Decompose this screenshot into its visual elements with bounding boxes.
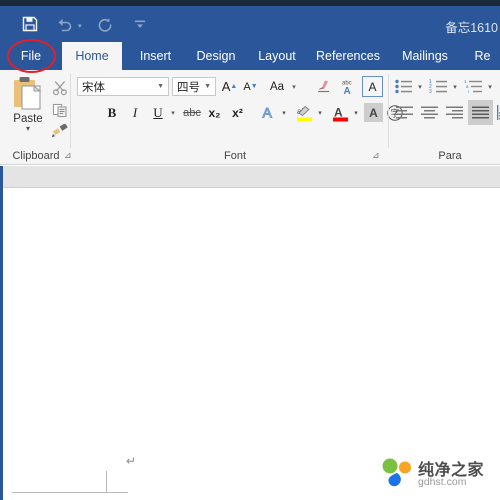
- underline-caret[interactable]: ▾: [168, 107, 178, 119]
- italic-button[interactable]: I: [126, 103, 144, 122]
- tab-insert[interactable]: Insert: [128, 42, 183, 70]
- tab-mailings[interactable]: Mailings: [391, 42, 459, 70]
- clipboard-dialog-launcher[interactable]: ⊿: [64, 150, 72, 161]
- group-label-font: Font: [223, 150, 246, 162]
- svg-text:A: A: [343, 86, 350, 96]
- undo-icon[interactable]: [54, 14, 74, 34]
- group-label-paragraph: Para: [438, 150, 462, 162]
- numbering-icon[interactable]: 1 2 3: [428, 76, 450, 97]
- table-cell-corner-mark: [12, 471, 128, 494]
- svg-text:A: A: [262, 105, 272, 121]
- bullets-icon[interactable]: [393, 76, 415, 97]
- bold-label: B: [107, 104, 117, 120]
- multilevel-list-icon[interactable]: 1 a i: [463, 76, 485, 97]
- ribbon: Paste ▾ Clipboard ⊿ 宋体 ▼ 四号 ▼ A ▲ A ▼ Aa…: [0, 70, 500, 165]
- phonetic-guide-icon[interactable]: abc A: [337, 76, 358, 97]
- font-color-icon[interactable]: A: [330, 102, 351, 124]
- tab-design[interactable]: Design: [187, 42, 245, 70]
- multilevel-list-caret[interactable]: ▾: [485, 81, 495, 93]
- paragraph-mark: ↵: [126, 454, 137, 468]
- align-center-icon[interactable]: [418, 102, 441, 123]
- bullets-caret[interactable]: ▾: [415, 81, 425, 93]
- tab-home[interactable]: Home: [62, 42, 122, 70]
- text-shading-button[interactable]: A: [364, 103, 383, 122]
- font-dialog-launcher[interactable]: ⊿: [372, 150, 380, 161]
- group-separator-clipboard: [70, 74, 71, 148]
- clear-formatting-icon[interactable]: [313, 76, 334, 97]
- font-size-combo[interactable]: 四号 ▼: [172, 77, 216, 96]
- bold-button[interactable]: B: [103, 103, 121, 122]
- group-separator-font: [388, 74, 389, 148]
- text-effects-icon[interactable]: A: [258, 102, 278, 123]
- distributed-icon[interactable]: [495, 102, 500, 123]
- undo-dropdown-caret[interactable]: ▾: [78, 22, 82, 30]
- watermark: 纯净之家 gdhst.com: [370, 447, 500, 500]
- redo-icon[interactable]: [96, 14, 116, 34]
- align-right-icon[interactable]: [443, 102, 466, 123]
- character-border-icon[interactable]: A: [362, 76, 383, 97]
- svg-text:3: 3: [429, 89, 432, 95]
- ribbon-tabs: File Home Insert Design Layout Reference…: [0, 42, 500, 70]
- shrink-font-label: A: [243, 80, 251, 93]
- svg-text:i: i: [468, 89, 469, 94]
- font-size-value: 四号: [177, 81, 200, 94]
- font-name-combo[interactable]: 宋体 ▼: [77, 77, 169, 96]
- strikethrough-label: abc: [183, 106, 201, 119]
- svg-text:A: A: [334, 105, 343, 119]
- tab-review[interactable]: Re: [465, 42, 500, 70]
- tab-references[interactable]: References: [309, 42, 387, 70]
- save-icon[interactable]: [20, 14, 40, 34]
- change-case-caret[interactable]: ▾: [289, 81, 299, 93]
- paste-icon: [14, 77, 42, 110]
- underline-button[interactable]: U: [149, 103, 167, 122]
- customize-qat-icon[interactable]: [130, 14, 150, 34]
- ruler[interactable]: [0, 166, 500, 188]
- italic-label: I: [132, 104, 138, 120]
- paste-button[interactable]: Paste ▾: [6, 76, 50, 142]
- cut-icon[interactable]: [50, 78, 70, 98]
- format-painter-icon[interactable]: [50, 122, 70, 142]
- font-name-value: 宋体: [82, 81, 105, 94]
- font-color-caret[interactable]: ▾: [351, 107, 361, 119]
- quick-access-toolbar: ▾: [20, 14, 150, 34]
- justify-icon[interactable]: [468, 100, 493, 125]
- character-border-label: A: [368, 79, 377, 94]
- copy-icon[interactable]: [50, 100, 70, 120]
- document-title: 备忘1610: [445, 21, 498, 35]
- paste-dropdown-caret[interactable]: ▾: [26, 125, 30, 133]
- grow-font-label: A: [221, 79, 231, 94]
- highlight-color-caret[interactable]: ▾: [315, 107, 325, 119]
- align-left-icon[interactable]: [393, 102, 416, 123]
- change-case-label: Aa: [269, 80, 285, 93]
- watermark-logo-icon: [382, 458, 411, 487]
- tab-layout[interactable]: Layout: [249, 42, 305, 70]
- font-size-caret[interactable]: ▼: [204, 83, 215, 90]
- subscript-button[interactable]: x₂: [205, 103, 224, 122]
- change-case-button[interactable]: Aa: [265, 77, 289, 96]
- title-bar: ▾ 备忘1610: [0, 6, 500, 42]
- tab-file[interactable]: File: [8, 42, 54, 70]
- numbering-caret[interactable]: ▾: [450, 81, 460, 93]
- superscript-label: x²: [232, 105, 243, 120]
- superscript-button[interactable]: x²: [228, 103, 247, 122]
- watermark-url: gdhst.com: [418, 476, 467, 488]
- word-window: ▾ 备忘1610 File Home Insert Design Layout …: [0, 0, 500, 500]
- font-name-caret[interactable]: ▼: [157, 83, 168, 90]
- text-shading-label: A: [369, 105, 378, 120]
- grow-font-button[interactable]: A ▲: [220, 77, 239, 96]
- underline-label: U: [153, 104, 163, 120]
- text-effects-caret[interactable]: ▾: [279, 107, 289, 119]
- strikethrough-button[interactable]: abc: [182, 103, 202, 122]
- highlight-color-icon[interactable]: ab: [294, 102, 315, 124]
- group-label-clipboard: Clipboard: [12, 150, 60, 162]
- subscript-label: x₂: [208, 105, 221, 120]
- shrink-font-button[interactable]: A ▼: [241, 77, 260, 96]
